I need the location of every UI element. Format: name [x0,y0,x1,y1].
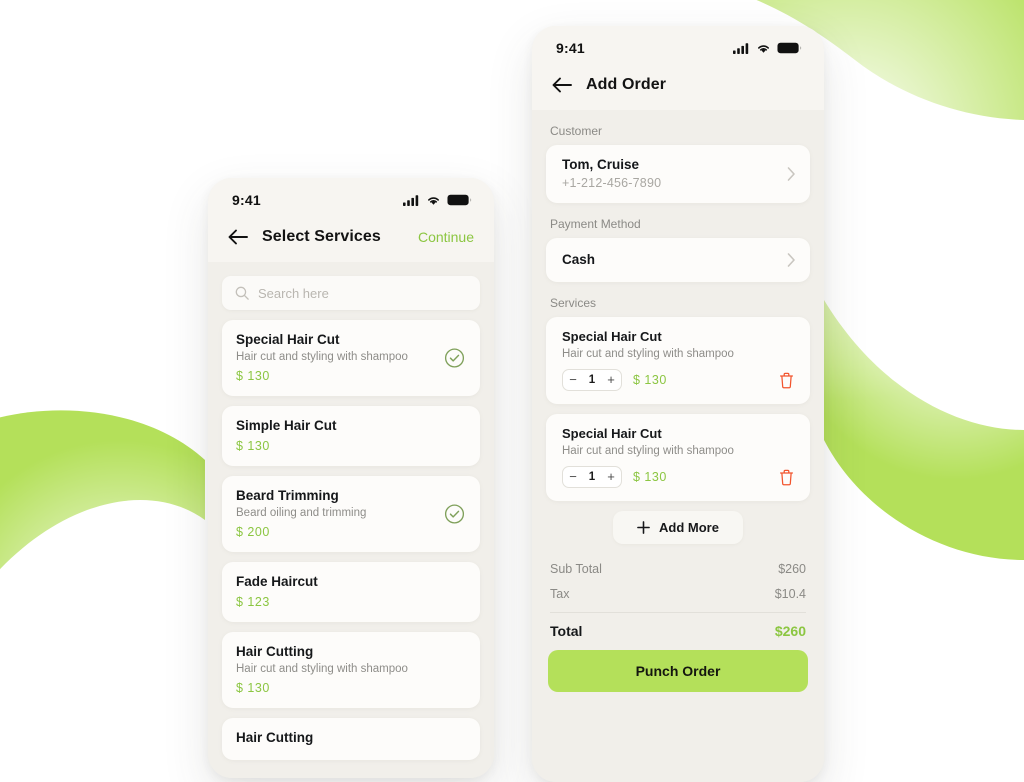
order-item-price: $ 130 [633,373,667,387]
order-item-row: Special Hair Cut Hair cut and styling wi… [546,317,810,404]
nav-bar-left: Select Services Continue [208,222,494,262]
payment-section-label: Payment Method [550,217,641,231]
subtotal-label: Sub Total [550,562,602,576]
payment-method-card[interactable]: Cash [546,238,810,282]
order-item-row: Special Hair Cut Hair cut and styling wi… [546,414,810,501]
status-time: 9:41 [556,40,585,56]
service-price: $ 130 [236,681,270,695]
service-name: Beard Trimming [236,488,339,503]
order-item-name: Special Hair Cut [562,426,662,441]
search-placeholder: Search here [258,285,329,301]
wifi-icon [758,44,769,53]
status-time: 9:41 [232,192,261,208]
customer-name: Tom, Cruise [562,157,640,172]
chevron-right-icon [787,253,795,267]
back-arrow-icon[interactable] [552,77,572,93]
back-arrow-icon[interactable] [228,229,248,245]
add-more-button[interactable]: Add More [613,511,743,544]
service-name: Simple Hair Cut [236,418,337,433]
search-input[interactable]: Search here [222,276,480,310]
right-screen-body: Customer Tom, Cruise +1-212-456-7890 Pay… [532,110,824,782]
continue-button[interactable]: Continue [418,229,474,245]
glow-right [790,150,1024,480]
list-item[interactable]: Beard Trimming Beard oiling and trimming… [222,476,480,552]
quantity-value: 1 [588,471,596,483]
cellular-signal-icon [733,42,749,54]
total-value: $260 [774,623,806,639]
check-circle-icon[interactable] [444,348,465,369]
payment-method-value: Cash [562,252,596,267]
phone-add-order: 9:41 Add Order Customer Tom, Cruise +1-2… [532,26,824,782]
service-price: $ 130 [236,439,270,453]
page-title: Add Order [586,76,667,93]
trash-icon[interactable] [779,372,794,389]
totals-section: Sub Total $260 Tax $10.4 Total $260 [532,544,824,639]
order-item-name: Special Hair Cut [562,329,662,344]
service-price: $ 200 [236,525,270,539]
service-desc: Hair cut and styling with shampoo [236,663,408,675]
customer-phone: +1-212-456-7890 [562,176,662,190]
background-decoration [0,0,1024,768]
search-icon [235,286,249,300]
check-circle-icon[interactable] [444,504,465,525]
decrement-button[interactable]: − [563,370,583,390]
list-item[interactable]: Simple Hair Cut $ 130 [222,406,480,466]
customer-section-label: Customer [550,124,603,138]
decrement-button[interactable]: − [563,467,583,487]
order-item-desc: Hair cut and styling with shampoo [562,348,734,360]
punch-order-button[interactable]: Punch Order [548,650,808,692]
order-item-price: $ 130 [633,470,667,484]
service-name: Hair Cutting [236,730,314,745]
phone-select-services: 9:41 Select Services Continue Search her… [208,178,494,778]
total-label: Total [550,623,583,639]
service-name: Special Hair Cut [236,332,340,347]
order-item-desc: Hair cut and styling with shampoo [562,445,734,457]
subtotal-row: Sub Total $260 [550,562,806,576]
quantity-stepper[interactable]: − 1 + [562,369,622,391]
page-title: Select Services [262,228,381,245]
battery-icon [447,194,472,206]
total-row: Total $260 [550,623,806,639]
list-item[interactable]: Hair Cutting [222,718,480,760]
wifi-icon [428,196,439,205]
nav-bar-right: Add Order [532,70,824,110]
list-item[interactable]: Special Hair Cut Hair cut and styling wi… [222,320,480,396]
tax-label: Tax [550,587,570,601]
trash-icon[interactable] [779,469,794,486]
status-bar-left: 9:41 [208,178,494,222]
list-item[interactable]: Fade Haircut $ 123 [222,562,480,622]
service-price: $ 130 [236,369,270,383]
totals-divider [550,612,806,613]
increment-button[interactable]: + [601,370,621,390]
plus-icon [637,521,650,534]
quantity-stepper[interactable]: − 1 + [562,466,622,488]
tax-row: Tax $10.4 [550,587,806,601]
quantity-value: 1 [588,374,596,386]
search-area: Search here [208,262,494,310]
decorative-shapes [0,0,1024,580]
customer-card[interactable]: Tom, Cruise +1-212-456-7890 [546,145,810,203]
service-price: $ 123 [236,595,270,609]
add-more-label: Add More [659,520,719,535]
status-bar-right: 9:41 [532,26,824,70]
increment-button[interactable]: + [601,467,621,487]
service-name: Hair Cutting [236,644,314,659]
service-desc: Hair cut and styling with shampoo [236,351,408,363]
battery-icon [777,42,802,54]
service-name: Fade Haircut [236,574,318,589]
services-section-label: Services [550,296,597,310]
service-desc: Beard oiling and trimming [236,507,367,519]
left-screen-body: Search here Special Hair Cut Hair cut an… [208,262,494,778]
list-item[interactable]: Hair Cutting Hair cut and styling with s… [222,632,480,708]
cellular-signal-icon [403,194,419,206]
chevron-right-icon [787,167,795,181]
tax-value: $10.4 [774,587,806,601]
subtotal-value: $260 [778,562,806,576]
services-list: Special Hair Cut Hair cut and styling wi… [208,310,494,760]
